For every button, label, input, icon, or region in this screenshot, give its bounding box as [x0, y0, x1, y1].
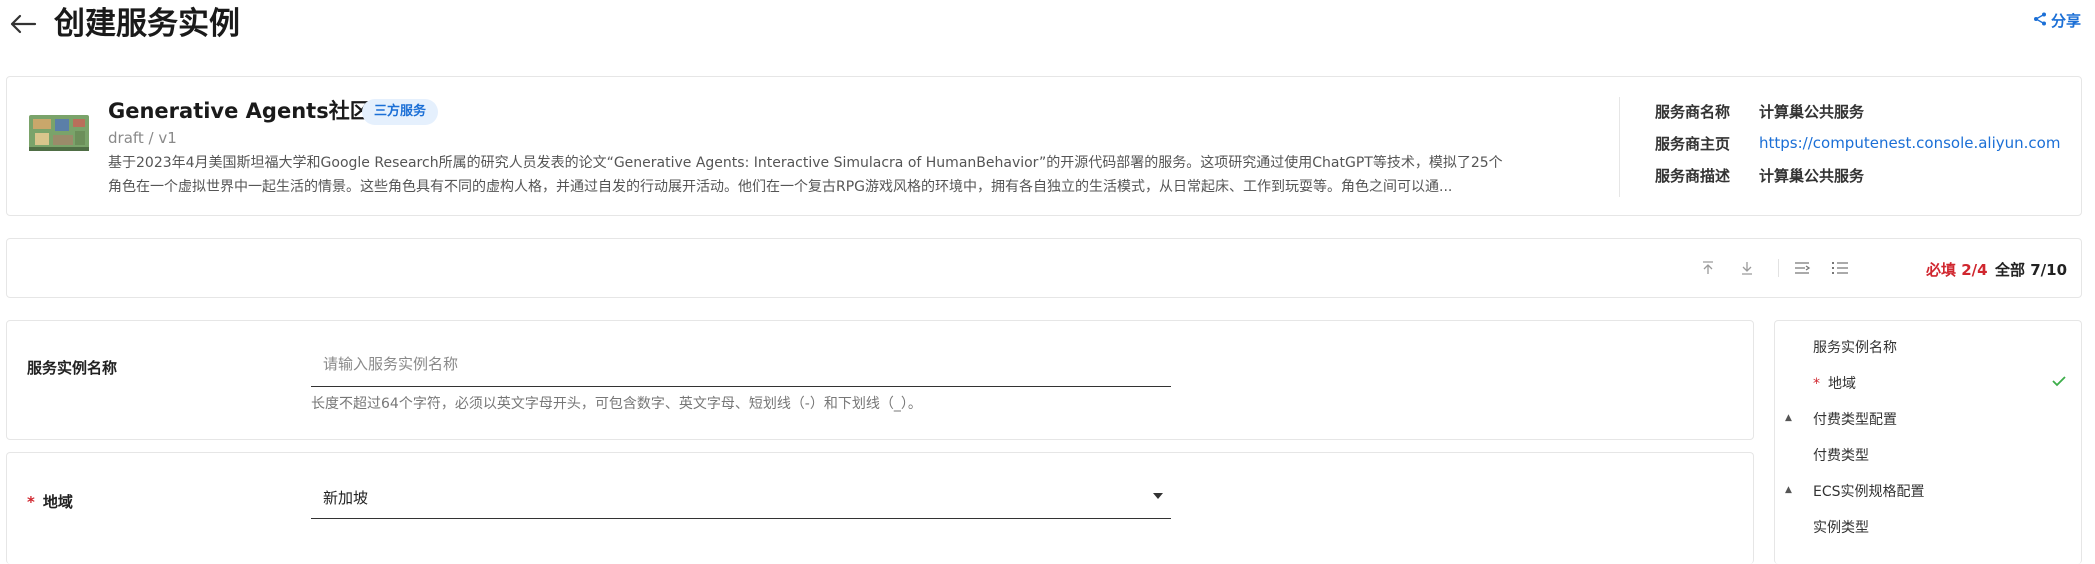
required-mark: * — [27, 493, 35, 511]
region-select-value: 新加坡 — [323, 489, 369, 507]
form-toolbar: 必填 2/4 全部 7/10 — [6, 238, 2082, 298]
service-type-badge: 三方服务 — [362, 99, 439, 125]
collapse-arrow-icon[interactable]: ▲ — [1785, 485, 1792, 495]
instance-name-hint: 长度不超过64个字符，必须以英文字母开头，可包含数字、英文字母、短划线（-）和下… — [311, 396, 922, 412]
toolbar-divider — [1778, 259, 1779, 277]
card-divider — [1619, 97, 1620, 197]
required-progress: 必填 2/4 — [1926, 261, 1988, 279]
nav-item-region[interactable]: * 地域 — [1813, 373, 1856, 393]
service-thumbnail — [25, 107, 93, 157]
region-select[interactable]: 新加坡 — [311, 475, 1171, 519]
nav-item-instance-name[interactable]: 服务实例名称 — [1813, 337, 1897, 357]
provider-home-label: 服务商主页 — [1655, 134, 1731, 153]
share-icon — [2033, 12, 2047, 30]
nav-item-billing-type[interactable]: 付费类型 — [1813, 445, 1869, 465]
provider-desc-value: 计算巢公共服务 — [1759, 166, 1865, 185]
provider-info: 服务商名称 计算巢公共服务 服务商主页 https://computenest.… — [1655, 95, 2060, 191]
collapse-list-icon[interactable] — [1791, 257, 1813, 279]
description-line-2: 角色在一个虚拟世界中一起生活的情景。这些角色具有不同的虚构人格，并通过自发的行动… — [108, 179, 1453, 195]
provider-name-value: 计算巢公共服务 — [1759, 102, 1865, 121]
region-label: 地域 — [42, 493, 73, 511]
provider-name-label: 服务商名称 — [1655, 102, 1731, 121]
instance-name-field-wrap — [311, 343, 1171, 387]
back-arrow-icon[interactable] — [6, 4, 40, 44]
nav-item-instance-type[interactable]: 实例类型 — [1813, 517, 1869, 537]
collapse-arrow-icon[interactable]: ▲ — [1785, 413, 1792, 423]
scroll-to-bottom-icon[interactable] — [1736, 257, 1758, 279]
nav-item-ecs-config[interactable]: ECS实例规格配置 — [1813, 481, 1925, 501]
scroll-to-top-icon[interactable] — [1697, 257, 1719, 279]
instance-name-input[interactable] — [311, 343, 1171, 386]
instance-name-label: 服务实例名称 — [27, 359, 118, 377]
nav-item-billing-config[interactable]: 付费类型配置 — [1813, 409, 1897, 429]
form-navigation: 服务实例名称 * 地域 ▲ 付费类型配置 付费类型 ▲ ECS实例规格配置 实例类… — [1774, 320, 2082, 564]
service-version: draft / v1 — [108, 129, 177, 147]
provider-desc-label: 服务商描述 — [1655, 166, 1731, 185]
share-label: 分享 — [2050, 12, 2081, 30]
description-line-1: 基于2023年4月美国斯坦福大学和Google Research所属的研究人员发… — [108, 155, 1503, 171]
nav-required-mark: * — [1813, 376, 1820, 392]
provider-home-link[interactable]: https://computenest.console.aliyun.com — [1759, 134, 2060, 152]
service-name: Generative Agents社区版 — [108, 99, 392, 123]
instance-name-panel: 服务实例名称 长度不超过64个字符，必须以英文字母开头，可包含数字、英文字母、短… — [6, 320, 1754, 440]
region-label-wrap: * 地域 — [27, 491, 73, 512]
service-description: 基于2023年4月美国斯坦福大学和Google Research所属的研究人员发… — [108, 151, 1598, 199]
service-card: Generative Agents社区版 三方服务 draft / v1 基于2… — [6, 76, 2082, 216]
share-button[interactable]: 分享 — [2033, 10, 2081, 31]
page-title: 创建服务实例 — [54, 6, 240, 42]
chevron-down-icon — [1153, 493, 1163, 499]
list-view-icon[interactable] — [1829, 257, 1851, 279]
check-icon — [2051, 373, 2067, 392]
region-panel: * 地域 新加坡 — [6, 452, 1754, 564]
all-progress: 全部 7/10 — [1995, 261, 2068, 279]
nav-item-region-label: 地域 — [1828, 376, 1856, 392]
